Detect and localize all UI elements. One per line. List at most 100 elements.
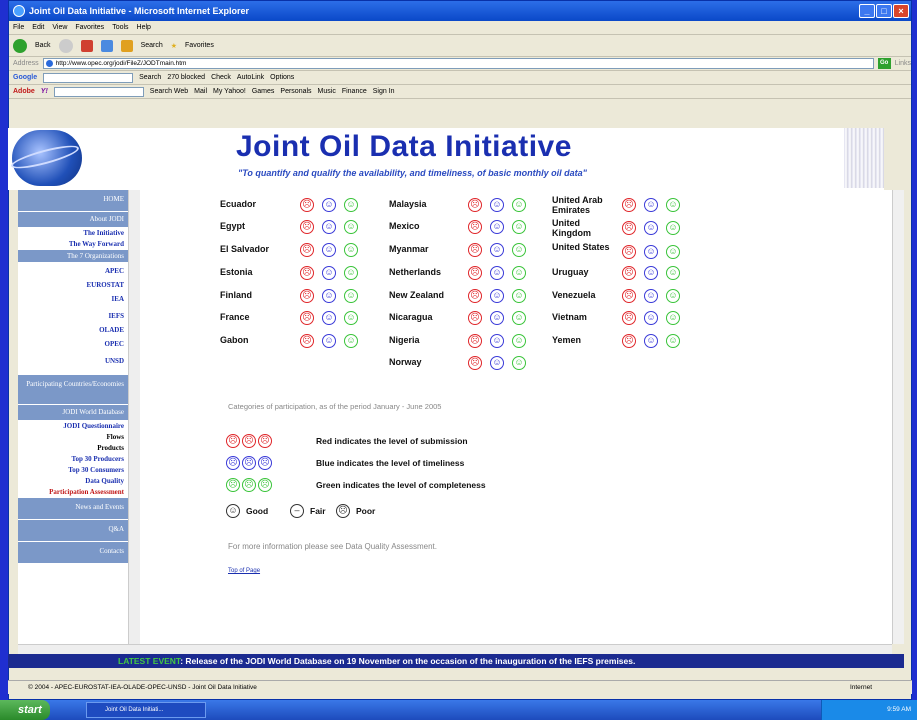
back-icon[interactable] <box>13 38 27 53</box>
search-web-button[interactable]: Search Web <box>150 88 188 95</box>
submission-face-icon: ☹ <box>300 289 314 303</box>
yahoo-logo-icon[interactable]: Y! <box>41 88 48 95</box>
page-banner: Joint Oil Data Initiative "To quantify a… <box>8 128 884 190</box>
sidebar-nav: HOME About JODI The Initiative The Way F… <box>18 190 128 644</box>
nav-way-forward[interactable]: The Way Forward <box>18 239 128 250</box>
timeliness-face-icon: ☺ <box>322 220 336 234</box>
status-text: © 2004 - APEC-EUROSTAT-IEA-OLADE-OPEC-UN… <box>28 684 257 691</box>
search-button[interactable]: Search <box>141 42 163 49</box>
timeliness-face-icon: ☺ <box>322 243 336 257</box>
sidebar-scrollbar[interactable] <box>128 190 140 644</box>
nav-about[interactable]: About JODI <box>18 212 128 228</box>
go-button[interactable]: Go <box>877 58 891 69</box>
refresh-icon[interactable] <box>100 39 113 52</box>
latest-event-ticker[interactable]: LATEST EVENT: Release of the JODI World … <box>8 654 904 668</box>
categories-note: Categories of participation, as of the p… <box>228 402 442 411</box>
nav-qa[interactable]: Q&A <box>18 520 128 542</box>
nav-products[interactable]: Products <box>18 443 128 454</box>
links-label[interactable]: Links <box>895 60 911 67</box>
submission-face-icon: ☹ <box>622 266 636 280</box>
legend-green-face: ☹ <box>226 478 240 492</box>
nav-organizations[interactable]: The 7 Organizations <box>18 250 128 263</box>
legend-blue-face: ☹ <box>258 456 272 470</box>
options-button[interactable]: Options <box>270 74 294 81</box>
timeliness-face-icon: ☺ <box>490 311 504 325</box>
nav-org-olade[interactable]: OLADE <box>18 325 128 336</box>
top-of-page-link[interactable]: Top of Page <box>228 568 260 574</box>
submission-face-icon: ☹ <box>622 311 636 325</box>
star-icon[interactable]: ★ <box>171 42 177 50</box>
maximize-button[interactable]: □ <box>876 4 892 18</box>
nav-participation-assessment[interactable]: Participation Assessment <box>18 487 128 498</box>
nav-org-unsd[interactable]: UNSD <box>18 353 128 375</box>
yahoo-search-input[interactable] <box>53 86 144 97</box>
close-button[interactable]: × <box>893 4 909 18</box>
nav-initiative[interactable]: The Initiative <box>18 228 128 239</box>
address-input[interactable]: http://www.opec.org/jodi/FileZ/JODTmain.… <box>42 58 874 69</box>
menu-tools[interactable]: Tools <box>112 24 128 31</box>
minimize-button[interactable]: _ <box>859 4 875 18</box>
nav-world-database[interactable]: JODI World Database <box>18 405 128 421</box>
back-button[interactable]: Back <box>35 42 51 49</box>
nav-data-quality[interactable]: Data Quality <box>18 476 128 487</box>
submission-face-icon: ☹ <box>300 243 314 257</box>
my-yahoo-button[interactable]: My Yahoo! <box>213 88 246 95</box>
stop-icon[interactable] <box>80 39 93 52</box>
nav-contacts[interactable]: Contacts <box>18 542 128 564</box>
country-name: El Salvador <box>220 244 270 254</box>
main-scrollbar[interactable] <box>892 190 904 644</box>
completeness-face-icon: ☺ <box>666 266 680 280</box>
start-button[interactable]: start <box>0 700 50 720</box>
completeness-face-icon: ☺ <box>344 334 358 348</box>
nav-org-iefs[interactable]: IEFS <box>18 308 128 325</box>
legend-red-face: ☹ <box>242 434 256 448</box>
poor-face-icon: ☹ <box>336 504 350 518</box>
country-name: Nigeria <box>389 335 420 345</box>
timeliness-face-icon: ☺ <box>490 334 504 348</box>
title-bar: Joint Oil Data Initiative - Microsoft In… <box>9 1 911 21</box>
completeness-face-icon: ☺ <box>512 356 526 370</box>
sign-in-button[interactable]: Sign In <box>373 88 395 95</box>
menu-favorites[interactable]: Favorites <box>75 24 104 31</box>
check-button[interactable]: Check <box>211 74 231 81</box>
personals-button[interactable]: Personals <box>280 88 311 95</box>
music-button[interactable]: Music <box>318 88 336 95</box>
autolink-button[interactable]: AutoLink <box>237 74 264 81</box>
completeness-face-icon: ☺ <box>512 311 526 325</box>
clock: 9:59 AM <box>887 706 911 713</box>
google-search-input[interactable] <box>43 72 134 83</box>
taskbar-ie-window[interactable]: Joint Oil Data Initiati... <box>86 702 206 718</box>
horizontal-scrollbar[interactable] <box>18 644 892 654</box>
favorites-button[interactable]: Favorites <box>185 42 214 49</box>
home-icon[interactable] <box>120 39 133 52</box>
completeness-face-icon: ☺ <box>666 198 680 212</box>
nav-org-apec[interactable]: APEC <box>18 263 128 280</box>
legend-blue-face: ☹ <box>226 456 240 470</box>
menu-help[interactable]: Help <box>137 24 151 31</box>
adobe-button[interactable]: Adobe <box>13 88 35 95</box>
nav-home[interactable]: HOME <box>18 190 128 212</box>
menu-file[interactable]: File <box>13 24 24 31</box>
menu-edit[interactable]: Edit <box>32 24 44 31</box>
finance-button[interactable]: Finance <box>342 88 367 95</box>
country-name: Yemen <box>552 335 582 345</box>
nav-participating[interactable]: Participating Countries/Economies <box>18 375 128 405</box>
mail-button[interactable]: Mail <box>194 88 207 95</box>
nav-org-iea[interactable]: IEA <box>18 291 128 308</box>
forward-icon[interactable] <box>58 38 73 53</box>
popup-blocked[interactable]: 270 blocked <box>167 74 205 81</box>
nav-org-eurostat[interactable]: EUROSTAT <box>18 280 128 291</box>
menu-view[interactable]: View <box>52 24 67 31</box>
games-button[interactable]: Games <box>252 88 275 95</box>
nav-flows[interactable]: Flows <box>18 432 128 443</box>
country-name: Gabon <box>220 335 249 345</box>
nav-top-producers[interactable]: Top 30 Producers <box>18 454 128 465</box>
country-name: Uruguay <box>552 267 589 277</box>
nav-org-opec[interactable]: OPEC <box>18 336 128 353</box>
completeness-face-icon: ☺ <box>666 289 680 303</box>
google-search-button[interactable]: Search <box>139 74 161 81</box>
nav-top-consumers[interactable]: Top 30 Consumers <box>18 465 128 476</box>
country-name: Norway <box>389 357 422 367</box>
nav-jodi-questionnaire[interactable]: JODI Questionnaire <box>18 421 128 432</box>
nav-news-events[interactable]: News and Events <box>18 498 128 520</box>
